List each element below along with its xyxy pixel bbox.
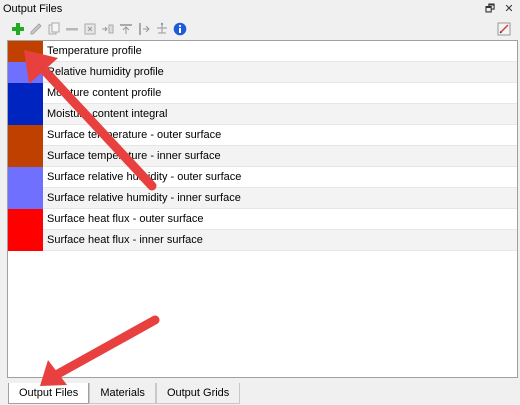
panel-titlebar: Output Files 🗗 ✕ xyxy=(0,0,520,18)
list-item[interactable]: Moisture content profile xyxy=(8,82,517,104)
list-item-label: Surface temperature - inner surface xyxy=(47,150,221,162)
list-item-label: Surface heat flux - outer surface xyxy=(47,213,204,225)
list-item-label: Surface temperature - outer surface xyxy=(47,129,222,141)
toolbar xyxy=(0,18,520,40)
remove-icon[interactable] xyxy=(64,21,80,37)
list-item-label: Moisture content integral xyxy=(47,108,168,120)
tab-output-files[interactable]: Output Files xyxy=(8,383,90,404)
move-in-icon[interactable] xyxy=(100,21,116,37)
color-swatch xyxy=(8,61,43,83)
color-swatch xyxy=(8,124,43,146)
color-swatch xyxy=(8,187,43,209)
tab-materials[interactable]: Materials xyxy=(89,383,156,404)
color-swatch xyxy=(8,229,43,251)
list-item[interactable]: Temperature profile xyxy=(8,40,517,62)
copy-icon[interactable] xyxy=(46,21,62,37)
float-button[interactable]: 🗗 xyxy=(483,2,497,16)
add-icon[interactable] xyxy=(10,21,26,37)
tab-bar: Output Files Materials Output Grids xyxy=(8,383,241,404)
move-up-icon[interactable] xyxy=(118,21,134,37)
list-item-label: Surface heat flux - inner surface xyxy=(47,234,203,246)
color-swatch xyxy=(8,208,43,230)
list-item[interactable]: Surface relative humidity - inner surfac… xyxy=(8,187,517,209)
output-files-panel: Output Files 🗗 ✕ Temperature profile Rel… xyxy=(0,0,520,405)
list-item[interactable]: Surface relative humidity - outer surfac… xyxy=(8,166,517,188)
move-down-icon[interactable] xyxy=(136,21,152,37)
panel-title: Output Files xyxy=(3,3,63,15)
grid-edit-icon[interactable] xyxy=(496,21,512,37)
tab-output-grids[interactable]: Output Grids xyxy=(155,383,241,404)
clear-icon[interactable] xyxy=(82,21,98,37)
color-swatch xyxy=(8,103,43,125)
list-item[interactable]: Surface temperature - inner surface xyxy=(8,145,517,167)
list-item[interactable]: Surface heat flux - inner surface xyxy=(8,229,517,251)
list-item[interactable]: Surface temperature - outer surface xyxy=(8,124,517,146)
list-item[interactable]: Relative humidity profile xyxy=(8,61,517,83)
list-item-label: Relative humidity profile xyxy=(47,66,164,78)
list-item-label: Temperature profile xyxy=(47,45,142,57)
list-item-label: Moisture content profile xyxy=(47,87,162,99)
color-swatch xyxy=(8,166,43,188)
color-swatch xyxy=(8,40,43,62)
color-swatch xyxy=(8,82,43,104)
info-icon[interactable] xyxy=(172,21,188,37)
color-swatch xyxy=(8,145,43,167)
list-item[interactable]: Surface heat flux - outer surface xyxy=(8,208,517,230)
list-item[interactable]: Moisture content integral xyxy=(8,103,517,125)
balance-icon[interactable] xyxy=(154,21,170,37)
list-item-label: Surface relative humidity - outer surfac… xyxy=(47,171,242,183)
output-files-list[interactable]: Temperature profile Relative humidity pro… xyxy=(7,40,518,378)
edit-icon[interactable] xyxy=(28,21,44,37)
close-button[interactable]: ✕ xyxy=(502,2,516,16)
list-item-label: Surface relative humidity - inner surfac… xyxy=(47,192,241,204)
